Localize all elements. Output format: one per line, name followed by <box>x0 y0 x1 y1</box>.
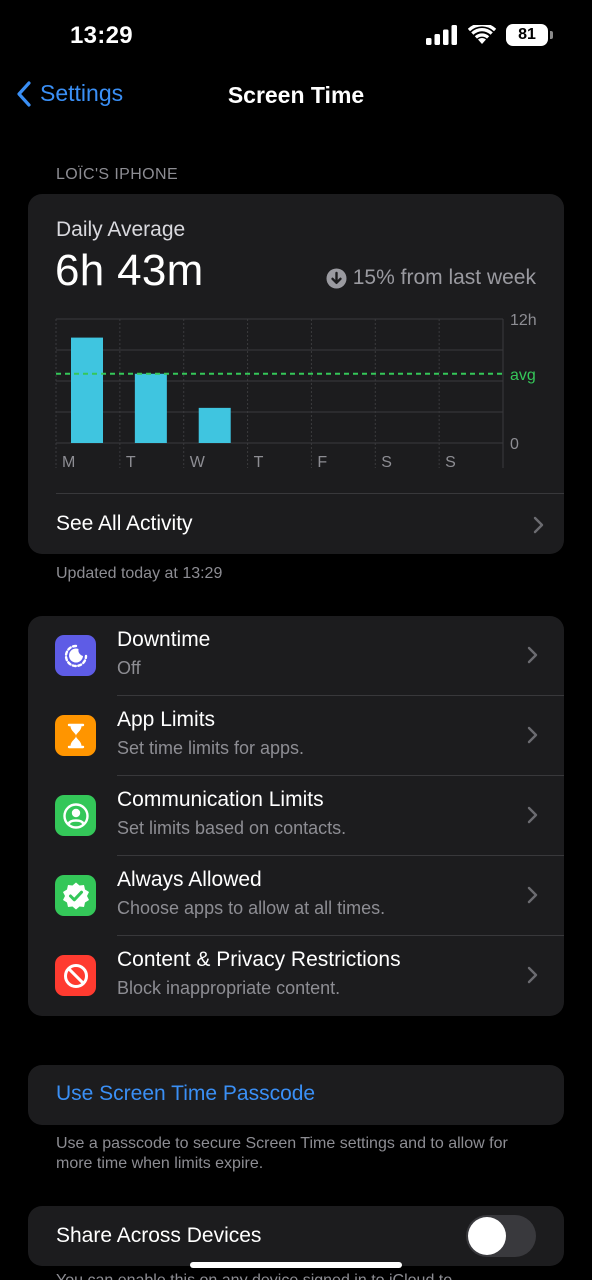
chart-x-tick: S <box>445 454 456 471</box>
device-header: LOÏC'S IPHONE <box>56 166 179 183</box>
wifi-icon <box>468 25 496 44</box>
weekly-trend-text: 15% from last week <box>352 266 536 289</box>
chart-y-tick: 0 <box>510 436 519 453</box>
hourglass-icon <box>55 715 96 756</box>
status-time: 13:29 <box>70 22 133 49</box>
daily-average-value: 6h 43m <box>55 246 204 295</box>
use-passcode-row[interactable]: Use Screen Time Passcode <box>28 1065 564 1125</box>
see-all-activity-label: See All Activity <box>56 512 193 535</box>
battery-indicator: 81 <box>506 24 553 46</box>
use-passcode-button[interactable]: Use Screen Time Passcode <box>56 1082 315 1106</box>
downtime-icon <box>55 635 96 676</box>
cellular-signal-icon <box>426 25 457 45</box>
row-title: Communication Limits <box>117 788 324 811</box>
status-icons: 81 <box>426 22 553 48</box>
share-across-devices-label: Share Across Devices <box>56 1224 262 1247</box>
chevron-right-icon <box>527 886 538 904</box>
passcode-footnote: Use a passcode to secure Screen Time set… <box>56 1135 508 1172</box>
row-title: Downtime <box>117 628 211 651</box>
settings-row-downtime[interactable]: Downtime Off <box>28 616 564 696</box>
updated-timestamp: Updated today at 13:29 <box>56 565 223 582</box>
share-footnote: You can enable this on any device signed… <box>56 1272 452 1280</box>
share-across-devices-row: Share Across Devices <box>28 1206 564 1266</box>
usage-bar-chart[interactable]: 12h avg 0 M T W T F S S <box>28 306 564 476</box>
row-subtitle: Set limits based on contacts. <box>117 818 347 838</box>
settings-row-communication-limits[interactable]: Communication Limits Set limits based on … <box>28 776 564 856</box>
chart-x-tick: T <box>254 454 264 471</box>
settings-row-content-privacy-restrictions[interactable]: Content & Privacy Restrictions Block inap… <box>28 936 564 1016</box>
row-subtitle: Block inappropriate content. <box>117 978 341 998</box>
navigation-bar: Settings Screen Time <box>0 72 592 120</box>
chart-bar <box>134 373 167 443</box>
daily-average-label: Daily Average <box>56 218 186 241</box>
row-subtitle: Set time limits for apps. <box>117 738 305 758</box>
chevron-right-icon <box>533 516 544 534</box>
person-circle-icon <box>55 795 96 836</box>
checkmark-seal-icon <box>55 875 96 916</box>
see-all-activity-row[interactable]: See All Activity <box>56 493 564 554</box>
chart-y-tick: 12h <box>510 312 537 329</box>
chart-average-label: avg <box>510 367 536 384</box>
screen-time-settings-list: Downtime Off App Limits Set time limits for… <box>28 616 564 1016</box>
settings-row-app-limits[interactable]: App Limits Set time limits for apps. <box>28 696 564 776</box>
home-indicator[interactable] <box>190 1262 402 1268</box>
page-title: Screen Time <box>227 82 365 108</box>
chart-x-tick: S <box>381 454 392 471</box>
chevron-right-icon <box>527 646 538 664</box>
chart-bar <box>71 337 103 443</box>
toggle-knob <box>468 1217 506 1255</box>
row-subtitle: Off <box>117 658 141 678</box>
share-across-devices-toggle[interactable] <box>466 1215 536 1257</box>
chart-x-tick: M <box>62 454 75 471</box>
chevron-right-icon <box>527 966 538 984</box>
battery-level: 81 <box>518 26 536 43</box>
weekly-trend: 15% from last week <box>326 266 536 290</box>
chevron-right-icon <box>527 806 538 824</box>
settings-row-always-allowed[interactable]: Always Allowed Choose apps to allow at al… <box>28 856 564 936</box>
daily-average-card[interactable]: Daily Average 6h 43m 15% from last week … <box>28 194 564 554</box>
row-title: App Limits <box>117 708 216 731</box>
prohibited-icon <box>55 955 96 996</box>
chart-x-tick: T <box>126 454 136 471</box>
status-bar: 13:29 81 <box>0 0 592 70</box>
chart-x-tick: F <box>317 454 327 471</box>
arrow-down-circle-icon <box>326 268 347 288</box>
row-title: Always Allowed <box>117 868 262 891</box>
chart-x-tick: W <box>190 454 206 471</box>
chevron-right-icon <box>527 726 538 744</box>
row-title: Content & Privacy Restrictions <box>117 948 401 971</box>
chart-bar <box>198 407 231 443</box>
row-subtitle: Choose apps to allow at all times. <box>117 898 386 918</box>
